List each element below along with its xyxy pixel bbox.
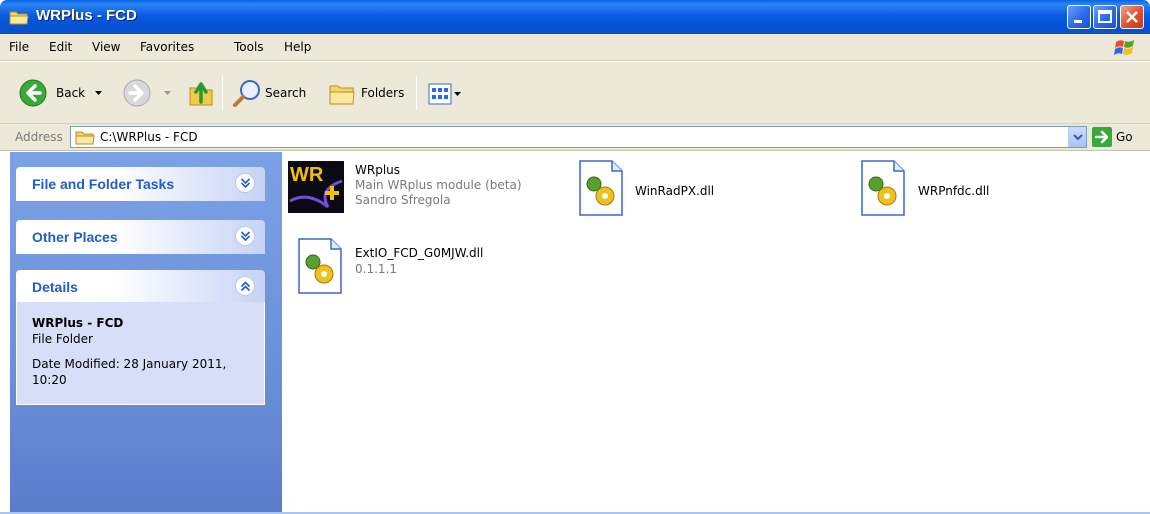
forward-button[interactable] (122, 78, 171, 108)
go-button[interactable]: Go (1092, 127, 1133, 147)
maximize-icon (1098, 10, 1112, 23)
go-arrow-icon (1092, 127, 1112, 147)
explorer-window: WRPlus - FCD File Edit View Favorites To… (0, 0, 1150, 514)
details-panel: WRPlus - FCD File Folder Date Modified: … (16, 302, 265, 405)
folders-icon (329, 85, 355, 105)
file-folder-tasks-header[interactable]: File and Folder Tasks (16, 167, 265, 201)
dropdown-arrow-icon (164, 91, 171, 95)
title-bar[interactable]: WRPlus - FCD (0, 0, 1150, 34)
views-grid-icon (428, 83, 452, 105)
back-label: Back (56, 86, 86, 100)
windows-logo-icon (1114, 40, 1134, 55)
views-button[interactable] (428, 83, 461, 105)
dll-file-icon (861, 160, 905, 216)
file-version: 0.1.1.1 (355, 262, 397, 276)
panel-title: File and Folder Tasks (32, 176, 175, 192)
dll-file-icon (579, 160, 623, 216)
menu-favorites[interactable]: Favorites (140, 40, 194, 54)
address-dropdown-button[interactable] (1068, 127, 1086, 147)
panel-title: Details (32, 279, 78, 295)
address-input[interactable]: C:\WRPlus - FCD (70, 126, 1087, 148)
menu-bar: File Edit View Favorites Tools Help (0, 34, 1150, 61)
toolbar-separator (222, 76, 223, 110)
file-item-wrpnfdc[interactable]: WRPnfdc.dll (859, 158, 1039, 218)
folders-label: Folders (361, 86, 405, 100)
expand-chevron-icon[interactable] (235, 226, 255, 246)
close-icon (1126, 11, 1138, 23)
pane-border (0, 152, 10, 514)
menu-edit[interactable]: Edit (49, 40, 72, 54)
dropdown-arrow-icon (454, 92, 461, 96)
back-arrow-icon (19, 79, 47, 107)
file-item-winradpx[interactable]: WinRadPX.dll (577, 158, 757, 218)
chevron-down-icon (1073, 134, 1083, 141)
forward-arrow-icon (123, 79, 151, 107)
details-header[interactable]: Details (16, 270, 265, 304)
folder-icon (75, 131, 95, 145)
wrplus-app-icon: WR (288, 161, 344, 213)
details-type: File Folder (32, 332, 93, 346)
go-label: Go (1116, 130, 1133, 144)
file-description: Main WRplus module (beta) (355, 178, 522, 192)
address-path: C:\WRPlus - FCD (100, 130, 198, 144)
toolbar-separator (416, 76, 417, 110)
address-label: Address (15, 130, 63, 144)
minimize-button[interactable] (1067, 5, 1091, 29)
svg-text:WR: WR (290, 164, 324, 186)
close-button[interactable] (1120, 5, 1144, 29)
search-label: Search (265, 86, 307, 100)
address-bar: Address C:\WRPlus - FCD Go (0, 124, 1150, 151)
search-button[interactable]: Search (232, 78, 306, 108)
minimize-icon (1074, 20, 1082, 23)
file-name: ExtIO_FCD_G0MJW.dll (355, 246, 484, 260)
window-title: WRPlus - FCD (36, 7, 137, 24)
other-places-header[interactable]: Other Places (16, 220, 265, 254)
details-date-modified: Date Modified: 28 January 2011, 10:20 (32, 357, 227, 387)
expand-chevron-icon[interactable] (235, 173, 255, 193)
file-company: Sandro Sfregola (355, 193, 451, 207)
details-name: WRPlus - FCD (32, 316, 124, 330)
menu-file[interactable]: File (9, 40, 29, 54)
file-name: WRPnfdc.dll (918, 184, 990, 198)
search-icon (233, 80, 260, 107)
menu-view[interactable]: View (92, 40, 120, 54)
menu-help[interactable]: Help (284, 40, 311, 54)
dropdown-arrow-icon (95, 91, 103, 95)
file-item-extio[interactable]: ExtIO_FCD_G0MJW.dll 0.1.1.1 (296, 236, 536, 296)
file-name: WinRadPX.dll (635, 184, 715, 198)
back-button[interactable]: Back (18, 78, 103, 108)
file-item-wrplus[interactable]: WR WRplus Main WRplus module (beta) Sand… (288, 161, 548, 217)
panel-title: Other Places (32, 229, 118, 245)
dll-file-icon (298, 238, 342, 294)
standard-toolbar: Back Search Folders (0, 62, 1150, 124)
maximize-button[interactable] (1093, 5, 1117, 29)
up-folder-icon (189, 82, 213, 106)
folder-icon (9, 11, 29, 25)
file-name: WRplus (355, 163, 401, 177)
up-folder-button[interactable] (187, 78, 217, 108)
menu-tools[interactable]: Tools (234, 40, 264, 54)
file-view: WR WRplus Main WRplus module (beta) Sand… (282, 152, 1150, 514)
folders-button[interactable]: Folders (327, 78, 404, 108)
collapse-chevron-icon[interactable] (235, 276, 255, 296)
